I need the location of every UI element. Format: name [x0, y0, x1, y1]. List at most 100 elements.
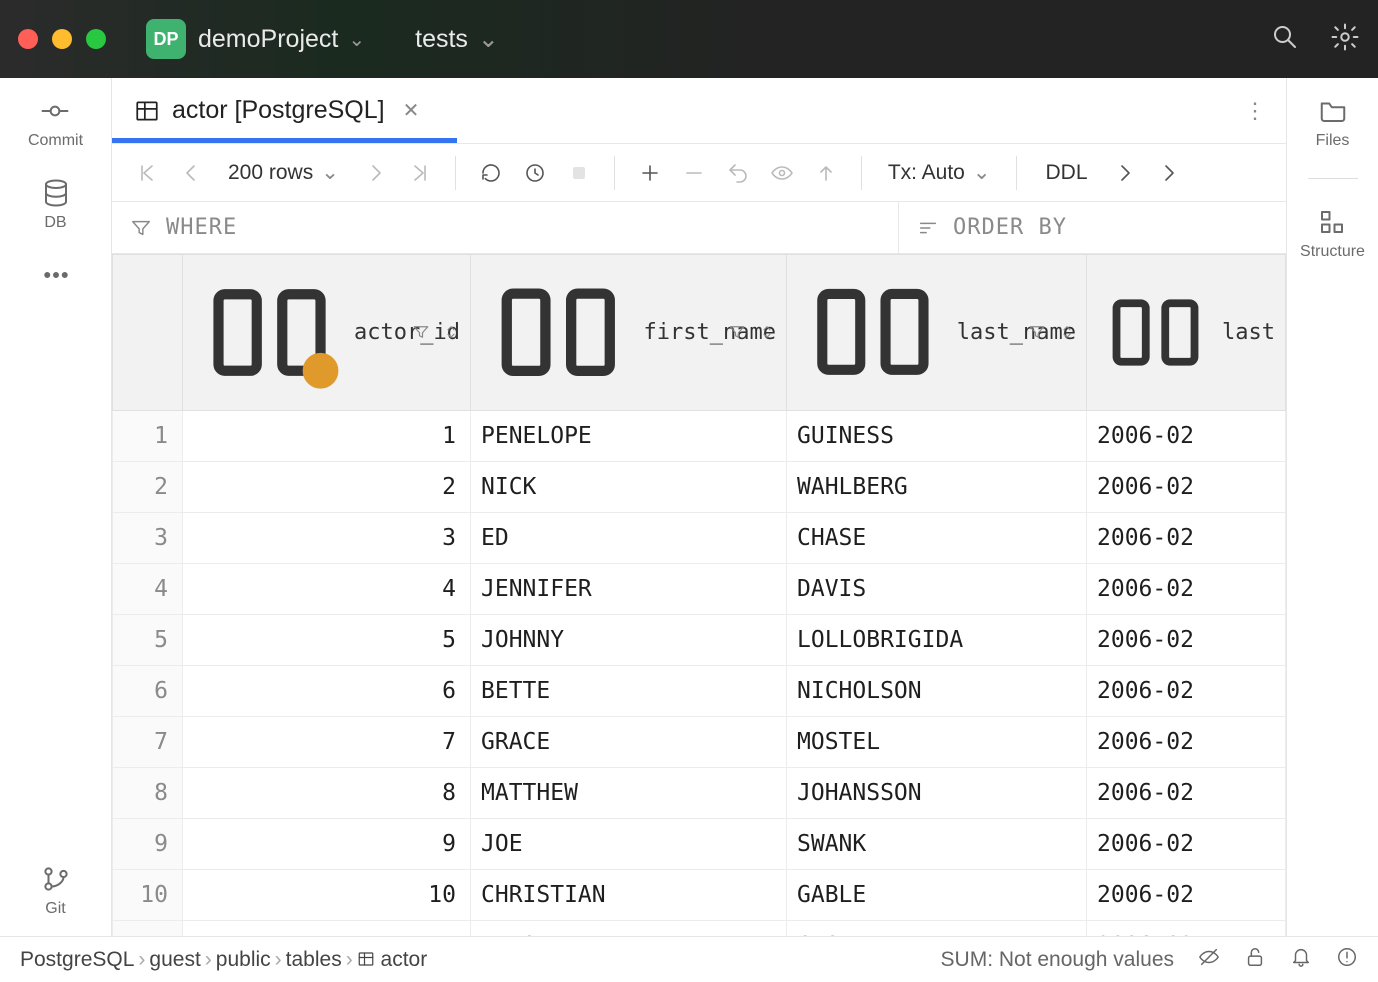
vcs-branch-widget[interactable]: tests ⌄ — [405, 24, 499, 54]
lock-indicator[interactable] — [1244, 946, 1266, 974]
cell-actor-id[interactable]: 4 — [183, 563, 471, 614]
cell-actor-id[interactable]: 2 — [183, 461, 471, 512]
prev-page-button[interactable] — [176, 158, 206, 188]
minimize-window-button[interactable] — [52, 29, 72, 49]
cell-actor-id[interactable]: 10 — [183, 869, 471, 920]
breadcrumb-item[interactable]: tables — [286, 948, 342, 971]
breadcrumb-item[interactable]: actor — [357, 948, 428, 971]
row-number[interactable]: 6 — [113, 665, 183, 716]
row-number[interactable]: 11 — [113, 920, 183, 936]
more-tools-button[interactable] — [41, 260, 71, 290]
ddl-button[interactable]: DDL — [1037, 161, 1095, 185]
cell-last-update[interactable]: 2006-02 — [1087, 767, 1286, 818]
cell-last-name[interactable]: CHASE — [787, 512, 1087, 563]
cell-first-name[interactable]: MATTHEW — [471, 767, 787, 818]
editor-tab[interactable]: actor [PostgreSQL] ✕ — [112, 78, 441, 143]
table-row[interactable]: 1111ZEROCAGE2006-02 — [113, 920, 1286, 936]
first-page-button[interactable] — [132, 158, 162, 188]
cell-actor-id[interactable]: 5 — [183, 614, 471, 665]
cell-first-name[interactable]: ED — [471, 512, 787, 563]
table-row[interactable]: 33EDCHASE2006-02 — [113, 512, 1286, 563]
cell-last-update[interactable]: 2006-02 — [1087, 512, 1286, 563]
breadcrumb[interactable]: PostgreSQL›guest›public›tables› actor — [20, 948, 427, 972]
cell-last-name[interactable]: DAVIS — [787, 563, 1087, 614]
cell-first-name[interactable]: JENNIFER — [471, 563, 787, 614]
next-nav-button[interactable] — [1154, 158, 1184, 188]
table-row[interactable]: 99JOESWANK2006-02 — [113, 818, 1286, 869]
cell-last-name[interactable]: NICHOLSON — [787, 665, 1087, 716]
cell-last-name[interactable]: GUINESS — [787, 410, 1087, 461]
reload-button[interactable] — [476, 158, 506, 188]
sort-icon[interactable] — [442, 323, 460, 341]
column-header-first-name[interactable]: first_name — [471, 255, 787, 411]
maximize-window-button[interactable] — [86, 29, 106, 49]
settings-button[interactable] — [1330, 22, 1360, 56]
chevron-down-icon[interactable]: ⌄ — [348, 27, 365, 52]
cell-first-name[interactable]: JOHNNY — [471, 614, 787, 665]
files-tool-button[interactable]: Files — [1316, 96, 1350, 150]
column-header-actor-id[interactable]: actor_id — [183, 255, 471, 411]
cell-last-update[interactable]: 2006-02 — [1087, 563, 1286, 614]
submit-button[interactable] — [811, 158, 841, 188]
cell-last-name[interactable]: GABLE — [787, 869, 1087, 920]
search-everywhere-button[interactable] — [1270, 22, 1300, 56]
where-filter-input[interactable]: WHERE — [112, 202, 898, 253]
tx-mode-dropdown[interactable]: Tx: Auto⌄ — [882, 160, 997, 185]
cell-actor-id[interactable]: 3 — [183, 512, 471, 563]
row-number[interactable]: 1 — [113, 410, 183, 461]
rowcount-dropdown[interactable]: 200 rows⌄ — [220, 160, 347, 185]
next-page-button[interactable] — [361, 158, 391, 188]
table-row[interactable]: 55JOHNNYLOLLOBRIGIDA2006-02 — [113, 614, 1286, 665]
cell-last-update[interactable]: 2006-02 — [1087, 461, 1286, 512]
table-row[interactable]: 11PENELOPEGUINESS2006-02 — [113, 410, 1286, 461]
breadcrumb-item[interactable]: public — [216, 948, 271, 971]
cell-first-name[interactable]: PENELOPE — [471, 410, 787, 461]
close-tab-button[interactable]: ✕ — [403, 98, 420, 123]
cell-last-name[interactable]: SWANK — [787, 818, 1087, 869]
table-row[interactable]: 22NICKWAHLBERG2006-02 — [113, 461, 1286, 512]
cell-last-name[interactable]: CAGE — [787, 920, 1087, 936]
row-number[interactable]: 7 — [113, 716, 183, 767]
preview-changes-button[interactable] — [767, 158, 797, 188]
project-badge[interactable]: DP — [146, 19, 186, 59]
add-row-button[interactable] — [635, 158, 665, 188]
cell-last-update[interactable]: 2006-02 — [1087, 614, 1286, 665]
cell-last-name[interactable]: WAHLBERG — [787, 461, 1087, 512]
structure-tool-button[interactable]: Structure — [1300, 207, 1365, 261]
delete-row-button[interactable] — [679, 158, 709, 188]
filter-icon[interactable] — [1028, 323, 1046, 341]
git-tool-button[interactable]: Git — [41, 864, 71, 918]
stop-button[interactable] — [564, 158, 594, 188]
column-header-last-update[interactable]: last — [1087, 255, 1286, 411]
cell-first-name[interactable]: ZERO — [471, 920, 787, 936]
row-number[interactable]: 2 — [113, 461, 183, 512]
row-number[interactable]: 10 — [113, 869, 183, 920]
cell-last-update[interactable]: 2006-02 — [1087, 716, 1286, 767]
cell-first-name[interactable]: JOE — [471, 818, 787, 869]
cell-last-name[interactable]: JOHANSSON — [787, 767, 1087, 818]
notifications-button[interactable] — [1290, 946, 1312, 974]
auto-refresh-button[interactable] — [520, 158, 550, 188]
database-tool-button[interactable]: DB — [41, 178, 71, 232]
revert-button[interactable] — [723, 158, 753, 188]
cell-actor-id[interactable]: 9 — [183, 818, 471, 869]
cell-first-name[interactable]: BETTE — [471, 665, 787, 716]
cell-last-update[interactable]: 2006-02 — [1087, 410, 1286, 461]
row-number[interactable]: 5 — [113, 614, 183, 665]
cell-first-name[interactable]: NICK — [471, 461, 787, 512]
cell-first-name[interactable]: CHRISTIAN — [471, 869, 787, 920]
cell-last-update[interactable]: 2006-02 — [1087, 920, 1286, 936]
cell-actor-id[interactable]: 8 — [183, 767, 471, 818]
project-name[interactable]: demoProject — [198, 25, 338, 54]
cell-actor-id[interactable]: 6 — [183, 665, 471, 716]
commit-tool-button[interactable]: Commit — [28, 96, 83, 150]
last-page-button[interactable] — [405, 158, 435, 188]
sort-icon[interactable] — [1058, 323, 1076, 341]
cell-last-update[interactable]: 2006-02 — [1087, 818, 1286, 869]
tab-options-button[interactable]: ⋮ — [1224, 98, 1286, 124]
filter-icon[interactable] — [728, 323, 746, 341]
row-number[interactable]: 3 — [113, 512, 183, 563]
row-number[interactable]: 4 — [113, 563, 183, 614]
column-header-last-name[interactable]: last_name — [787, 255, 1087, 411]
row-number[interactable]: 9 — [113, 818, 183, 869]
